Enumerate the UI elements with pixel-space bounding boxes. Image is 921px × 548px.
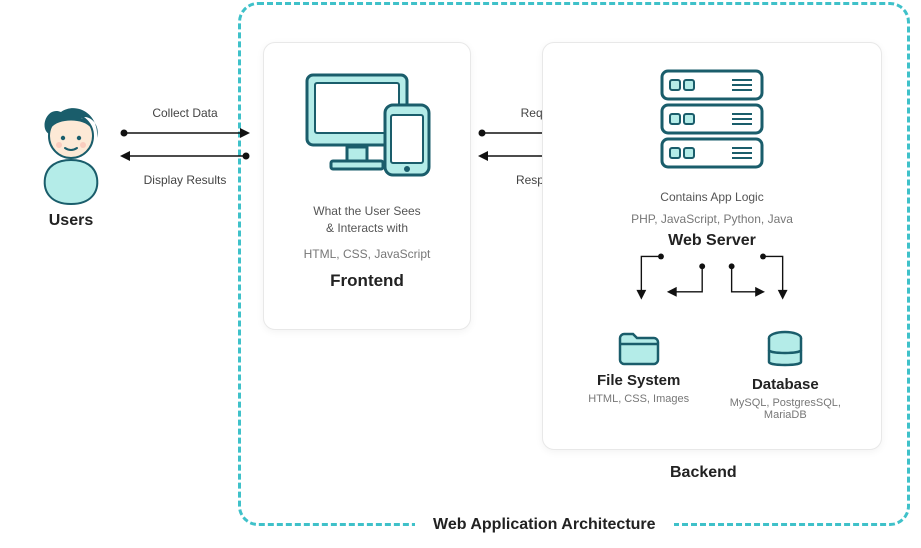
folder-icon (617, 330, 661, 366)
arrow-right-icon (120, 127, 250, 139)
arrow-display-results-label: Display Results (120, 173, 250, 187)
frontend-desc1: What the User Sees (276, 203, 458, 220)
users-block: Users (16, 96, 126, 230)
architecture-title: Web Application Architecture (415, 512, 674, 538)
backend-contains: Contains App Logic (555, 189, 869, 206)
database-title: Database (718, 376, 853, 393)
backend-label: Backend (670, 464, 737, 482)
file-system-tech: HTML, CSS, Images (571, 393, 706, 405)
server-sub-arrows (555, 252, 869, 302)
server-icon (652, 65, 772, 175)
backend-tech: PHP, JavaScript, Python, Java (555, 212, 869, 226)
user-icon (31, 96, 111, 206)
backend-card: Contains App Logic PHP, JavaScript, Pyth… (542, 42, 882, 450)
users-label: Users (16, 212, 126, 230)
database-block: Database MySQL, PostgresSQL, MariaDB (718, 330, 853, 421)
devices-icon (297, 65, 437, 185)
web-server-title: Web Server (555, 232, 869, 250)
frontend-card: What the User Sees & Interacts with HTML… (263, 42, 471, 330)
file-system-title: File System (571, 372, 706, 389)
arrow-left-icon (120, 150, 250, 162)
arrow-collect-data-label: Collect Data (120, 106, 250, 120)
frontend-title: Frontend (276, 271, 458, 291)
database-tech: MySQL, PostgresSQL, MariaDB (718, 397, 853, 421)
file-system-block: File System HTML, CSS, Images (571, 330, 706, 421)
frontend-desc2: & Interacts with (276, 220, 458, 237)
arrows-users-frontend: Collect Data Display Results (120, 100, 250, 193)
frontend-tech: HTML, CSS, JavaScript (276, 247, 458, 261)
database-icon (765, 330, 805, 370)
